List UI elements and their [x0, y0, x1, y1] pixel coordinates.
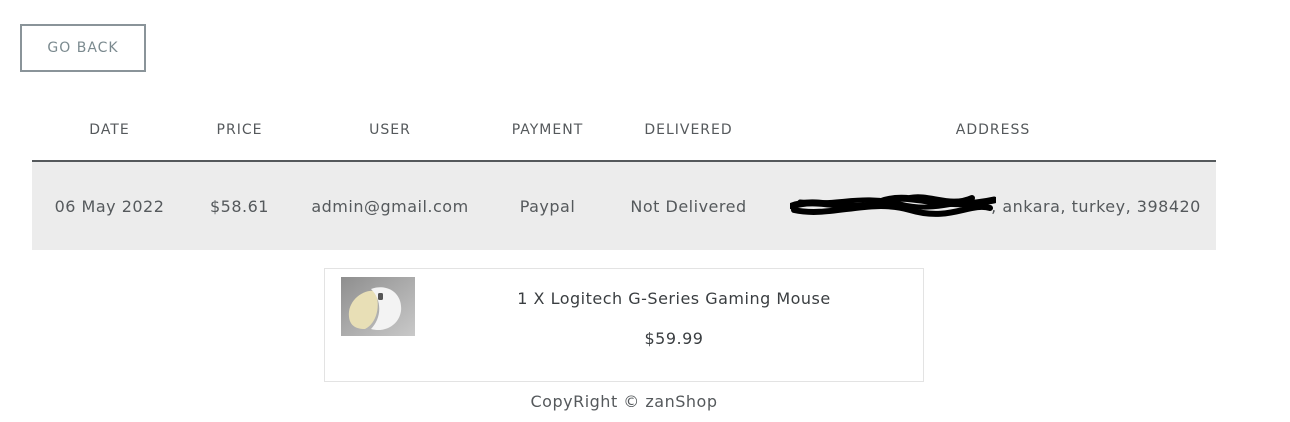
- mouse-icon: [341, 277, 415, 336]
- order-payment: Paypal: [488, 161, 607, 250]
- order-address-text: , ankara, turkey, 398420: [991, 196, 1201, 216]
- mouse-product-image: [341, 277, 415, 336]
- header-price: PRICE: [187, 100, 292, 162]
- header-address: ADDRESS: [770, 100, 1216, 162]
- item-name: 1 X Logitech G-Series Gaming Mouse: [517, 289, 831, 308]
- footer-copyright: CopyRight © zanShop: [530, 392, 718, 411]
- go-back-button[interactable]: GO BACK: [20, 24, 146, 72]
- header-payment: PAYMENT: [488, 100, 607, 162]
- order-date: 06 May 2022: [32, 161, 187, 250]
- order-item-card: 1 X Logitech G-Series Gaming Mouse $59.9…: [324, 268, 924, 382]
- item-price: $59.99: [644, 329, 704, 348]
- order-delivered-status: Not Delivered: [607, 161, 770, 250]
- header-delivered: DELIVERED: [607, 100, 770, 162]
- table-header-row: DATE PRICE USER PAYMENT DELIVERED ADDRES…: [32, 100, 1216, 162]
- order-user: admin@gmail.com: [292, 161, 488, 250]
- order-price: $58.61: [187, 161, 292, 250]
- header-user: USER: [292, 100, 488, 162]
- order-address: , ankara, turkey, 398420: [770, 161, 1216, 250]
- header-date: DATE: [32, 100, 187, 162]
- table-row: 06 May 2022 $58.61 admin@gmail.com Paypa…: [32, 161, 1216, 250]
- redaction-scribble: [790, 194, 996, 217]
- order-table: DATE PRICE USER PAYMENT DELIVERED ADDRES…: [32, 100, 1216, 250]
